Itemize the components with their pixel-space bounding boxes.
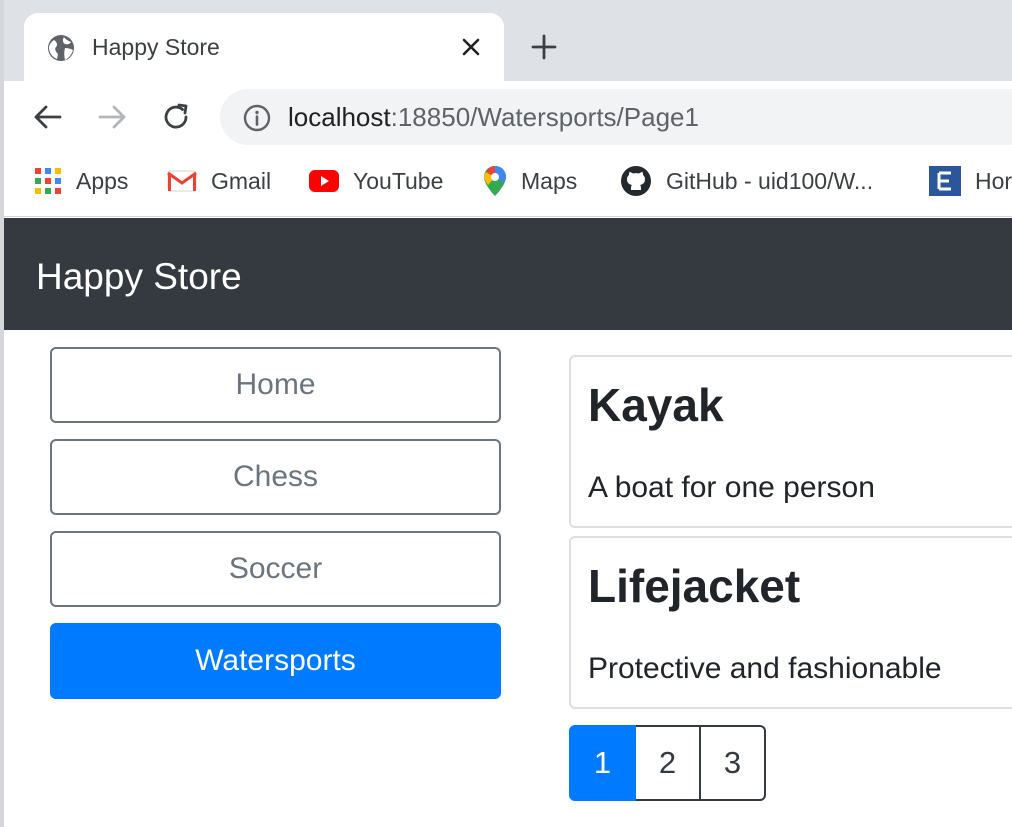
category-home-button[interactable]: Home — [50, 347, 501, 423]
tab-title: Happy Store — [92, 34, 220, 60]
browser-tab[interactable]: Happy Store — [24, 13, 504, 81]
pagination: 1 2 3 — [569, 725, 766, 801]
info-icon[interactable] — [242, 103, 272, 133]
site-navbar: Happy Store — [4, 218, 1012, 330]
url-path: :18850/Watersports/Page1 — [390, 102, 699, 132]
bookmark-maps[interactable]: Maps — [483, 165, 577, 197]
brand-title[interactable]: Happy Store — [36, 256, 242, 298]
bookmark-label: Hor — [975, 167, 1012, 194]
page-3-button[interactable]: 3 — [699, 725, 766, 801]
category-label: Watersports — [195, 644, 356, 677]
product-name: Lifejacket — [588, 560, 801, 612]
youtube-icon — [309, 170, 339, 192]
forward-arrow-icon[interactable] — [94, 99, 130, 135]
tab-strip: Happy Store — [4, 0, 1012, 81]
reload-icon[interactable] — [158, 99, 194, 135]
bookmark-youtube[interactable]: YouTube — [309, 165, 443, 197]
category-soccer-button[interactable]: Soccer — [50, 531, 501, 607]
apps-grid-icon — [35, 168, 61, 194]
maps-pin-icon — [484, 166, 506, 196]
url-host: localhost — [288, 102, 391, 132]
address-bar[interactable]: localhost:18850/Watersports/Page1 — [220, 89, 1012, 145]
category-label: Soccer — [228, 552, 323, 585]
bookmark-label: YouTube — [353, 167, 444, 194]
category-label: Chess — [232, 460, 319, 493]
bookmarks-bar: Apps Gmail YouTube Maps GitHub - uid100/… — [4, 153, 1012, 217]
gmail-icon — [167, 170, 197, 192]
new-tab-plus-icon[interactable] — [528, 31, 560, 63]
bookmark-github[interactable]: GitHub - uid100/W... — [620, 165, 873, 197]
page-2-button[interactable]: 2 — [634, 725, 701, 801]
bookmark-label: GitHub - uid100/W... — [666, 167, 874, 194]
browser-toolbar: localhost:18850/Watersports/Page1 — [4, 81, 1012, 153]
bookmark-apps[interactable]: Apps — [34, 165, 128, 197]
bookmark-e[interactable]: Hor — [929, 165, 1012, 197]
close-icon[interactable] — [456, 32, 486, 62]
bookmark-label: Maps — [521, 167, 578, 194]
bookmark-label: Apps — [76, 167, 129, 194]
product-card: Lifejacket Protective and fashionable — [569, 536, 1012, 709]
bookmark-gmail[interactable]: Gmail — [167, 165, 271, 197]
back-arrow-icon[interactable] — [30, 99, 66, 135]
globe-icon — [48, 35, 74, 61]
github-icon — [621, 166, 651, 196]
page-1-button[interactable]: 1 — [569, 725, 636, 801]
product-description: A boat for one person — [588, 471, 875, 504]
product-card: Kayak A boat for one person — [569, 355, 1012, 528]
url-text[interactable]: localhost:18850/Watersports/Page1 — [288, 101, 699, 133]
product-description: Protective and fashionable — [588, 652, 942, 685]
category-label: Home — [235, 368, 316, 401]
product-name: Kayak — [588, 379, 724, 431]
category-chess-button[interactable]: Chess — [50, 439, 501, 515]
e-bookmark-icon — [929, 166, 961, 196]
category-watersports-button[interactable]: Watersports — [50, 623, 501, 699]
bookmark-label: Gmail — [211, 167, 272, 194]
